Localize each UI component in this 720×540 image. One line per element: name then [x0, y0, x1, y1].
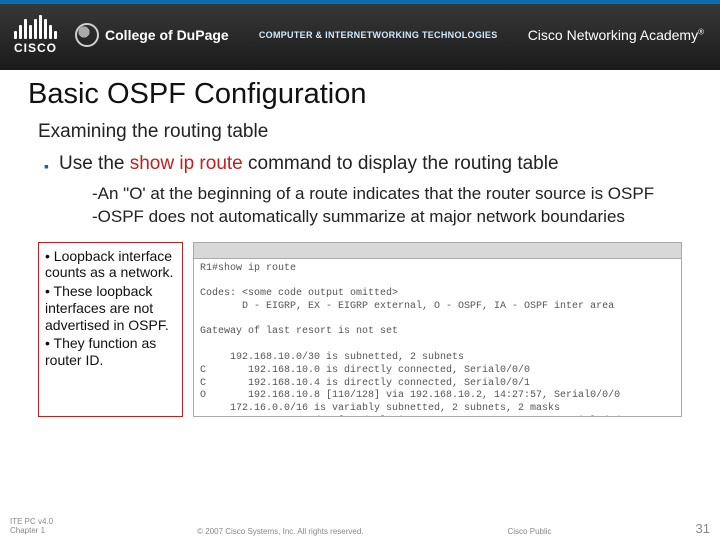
callout-line-3: • They function as router ID. — [45, 335, 176, 369]
college-badge: College of DuPage — [75, 23, 229, 47]
lower-row: • Loopback interface counts as a network… — [28, 242, 692, 417]
footer-left: ITE PC v4.0 Chapter 1 — [10, 517, 53, 536]
trademark-icon: ® — [698, 27, 704, 36]
bullet-command: show ip route — [130, 153, 243, 174]
callout-line-2: • These loopback interfaces are not adve… — [45, 283, 176, 333]
callout-line-1: • Loopback interface counts as a network… — [45, 248, 176, 282]
footer-chapter: Chapter 1 — [10, 526, 53, 536]
page-number: 31 — [696, 521, 710, 536]
slide-banner: CISCO College of DuPage COMPUTER & INTER… — [0, 0, 720, 70]
slide-footer: ITE PC v4.0 Chapter 1 © 2007 Cisco Syste… — [10, 517, 710, 536]
bullet-pre: Use the — [59, 153, 130, 174]
terminal-output: R1#show ip route Codes: <some code outpu… — [194, 259, 681, 417]
cisco-logo: CISCO — [0, 15, 71, 55]
swirl-icon — [75, 23, 99, 47]
bullet-square-icon: ▪ — [44, 153, 49, 179]
slide-title: Basic OSPF Configuration — [28, 78, 692, 111]
banner-center-text: COMPUTER & INTERNETWORKING TECHNOLOGIES — [229, 30, 528, 40]
callout-box: • Loopback interface counts as a network… — [38, 242, 183, 417]
college-name: College of DuPage — [105, 27, 229, 43]
academy-text: Cisco Networking Academy — [528, 27, 698, 43]
cisco-wordmark: CISCO — [14, 41, 57, 55]
cisco-signal-icon — [14, 15, 57, 39]
sub-note-2: -OSPF does not automatically summarize a… — [92, 206, 692, 227]
footer-copyright: © 2007 Cisco Systems, Inc. All rights re… — [197, 527, 363, 536]
bullet-text: Use the show ip route command to display… — [59, 153, 559, 179]
terminal-window: R1#show ip route Codes: <some code outpu… — [193, 242, 682, 417]
sub-note-1: -An "O' at the beginning of a route indi… — [92, 183, 692, 204]
slide-subtitle: Examining the routing table — [38, 121, 692, 143]
footer-course: ITE PC v4.0 — [10, 517, 53, 527]
slide-content: Basic OSPF Configuration Examining the r… — [0, 70, 720, 417]
terminal-titlebar — [194, 243, 681, 259]
academy-brand: Cisco Networking Academy® — [528, 27, 720, 43]
footer-public: Cisco Public — [508, 527, 552, 536]
bullet-post: command to display the routing table — [243, 153, 559, 174]
main-bullet: ▪ Use the show ip route command to displ… — [44, 153, 692, 179]
